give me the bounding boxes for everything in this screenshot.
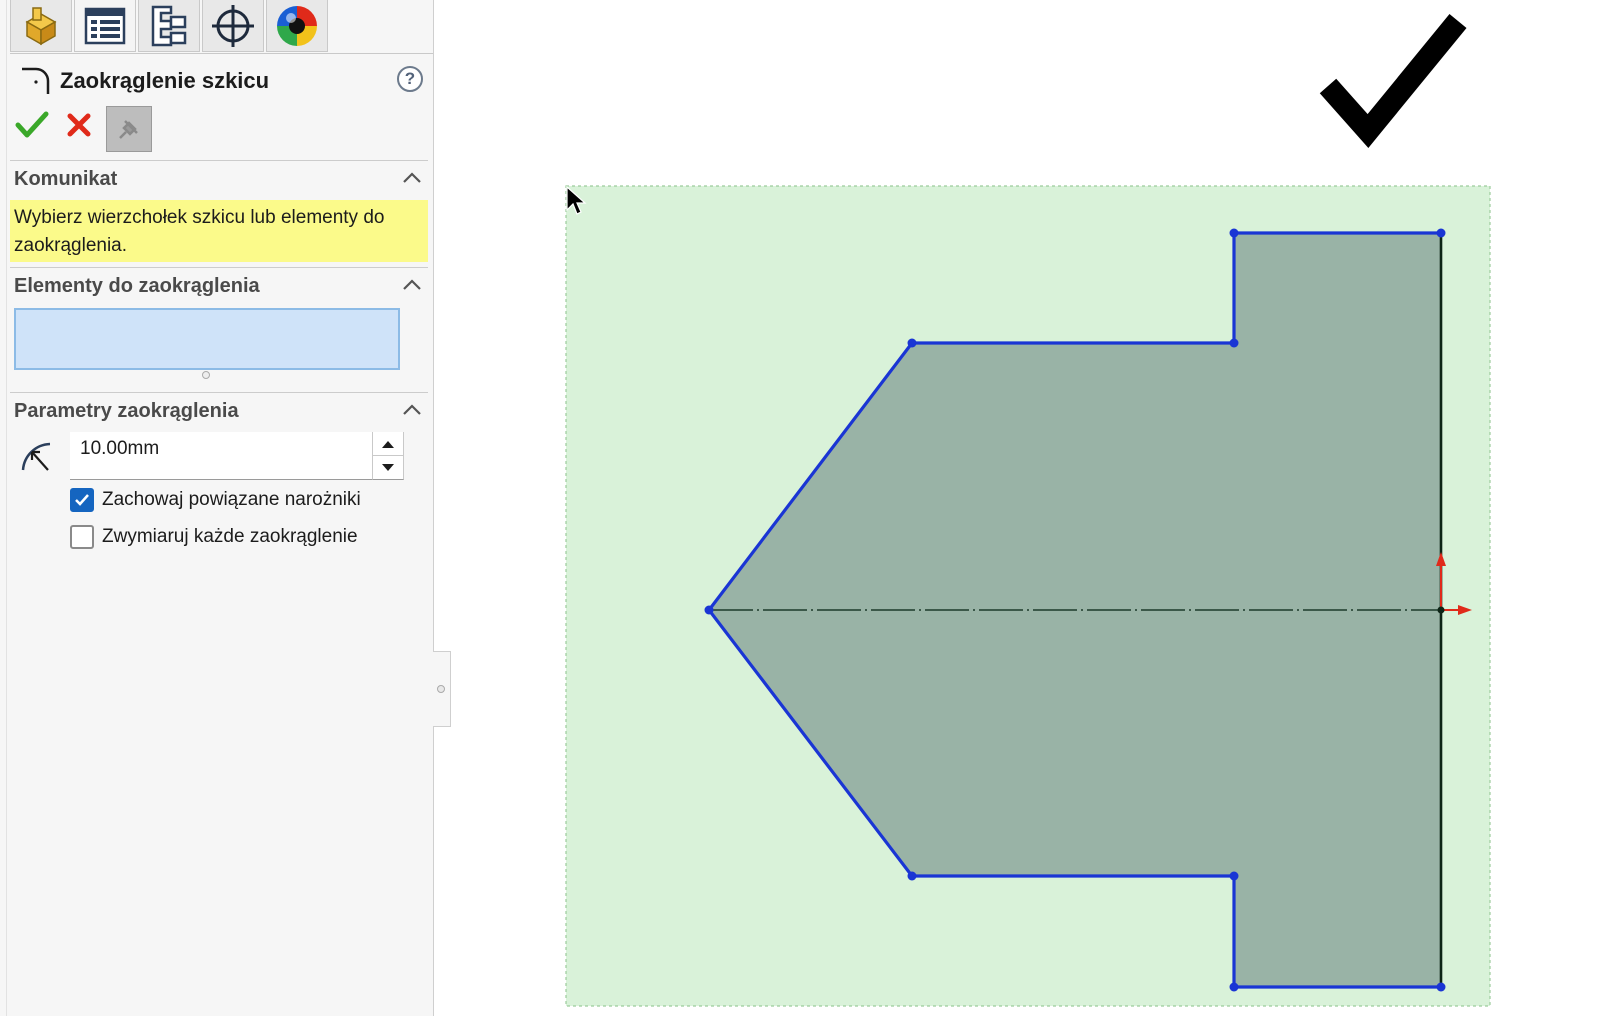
graphics-area[interactable] <box>0 0 1600 1016</box>
sketch-vertex[interactable] <box>907 871 917 881</box>
sketch-vertex[interactable] <box>1436 228 1446 238</box>
sketch-vertex[interactable] <box>704 605 714 615</box>
sketch-vertex[interactable] <box>907 338 917 348</box>
sketch-vertex[interactable] <box>1436 982 1446 992</box>
sketch-vertex[interactable] <box>1229 338 1239 348</box>
sketch-vertex[interactable] <box>1229 228 1239 238</box>
mouse-pointer-icon <box>566 186 587 215</box>
sketch-vertex[interactable] <box>1229 871 1239 881</box>
sketch-vertex[interactable] <box>1229 982 1239 992</box>
